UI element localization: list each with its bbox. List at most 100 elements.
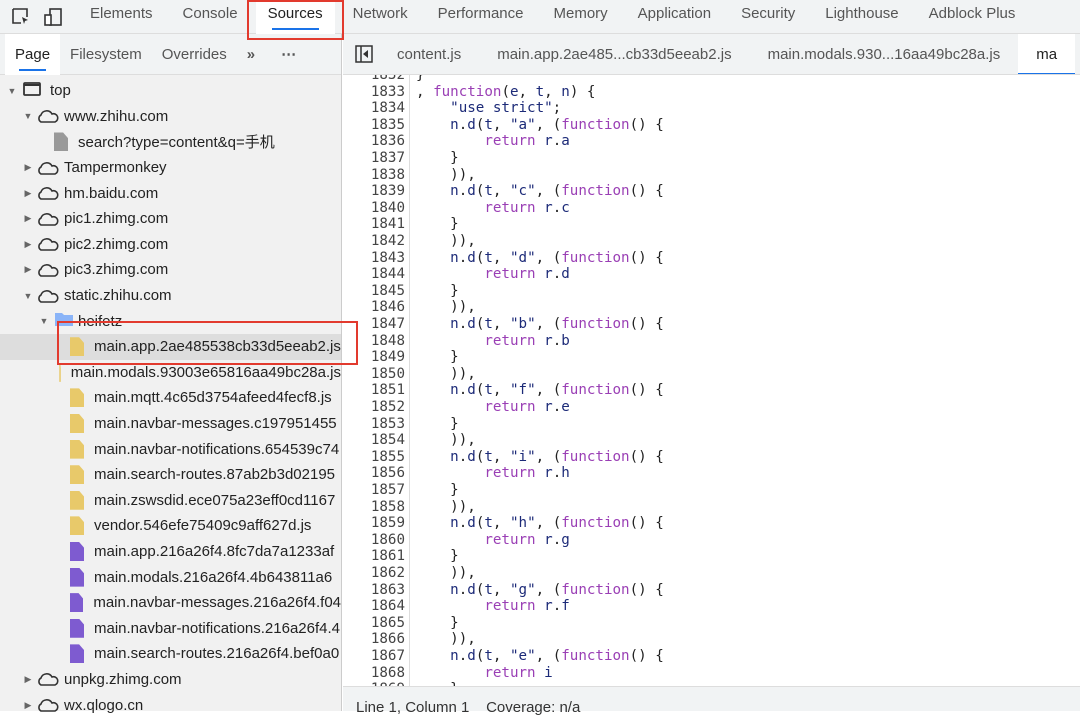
line-number[interactable]: 1849 bbox=[343, 349, 405, 366]
tree-item[interactable]: ▶ wx.qlogo.cn bbox=[0, 692, 341, 718]
line-number[interactable]: 1854 bbox=[343, 432, 405, 449]
tree-item[interactable]: ▼ static.zhihu.com bbox=[0, 283, 341, 309]
line-number[interactable]: 1865 bbox=[343, 615, 405, 632]
editor-tab-main-modals[interactable]: main.modals.930...16aa49bc28a.js bbox=[750, 46, 1019, 63]
line-number[interactable]: 1867 bbox=[343, 648, 405, 665]
device-toolbar-icon[interactable] bbox=[42, 6, 64, 28]
tree-item[interactable]: main.modals.93003e65816aa49bc28a.js bbox=[0, 360, 341, 386]
line-number[interactable]: 1832 bbox=[343, 75, 405, 84]
tab-lighthouse[interactable]: Lighthouse bbox=[813, 0, 910, 34]
tab-sources[interactable]: Sources bbox=[255, 0, 335, 34]
line-number[interactable]: 1839 bbox=[343, 183, 405, 200]
expand-arrow-down-icon[interactable]: ▼ bbox=[6, 86, 18, 96]
expand-arrow-down-icon[interactable]: ▼ bbox=[38, 316, 50, 326]
tree-item[interactable]: search?type=content&q=手机 bbox=[0, 129, 341, 155]
tree-item[interactable]: ▶ pic1.zhimg.com bbox=[0, 206, 341, 232]
line-number[interactable]: 1860 bbox=[343, 532, 405, 549]
line-number[interactable]: 1838 bbox=[343, 167, 405, 184]
line-number[interactable]: 1836 bbox=[343, 133, 405, 150]
tree-item[interactable]: ▼ heifetz bbox=[0, 308, 341, 334]
line-number[interactable]: 1840 bbox=[343, 200, 405, 217]
tree-item[interactable]: vendor.546efe75409c9aff627d.js bbox=[0, 513, 341, 539]
navigator-menu-button[interactable]: ⋯ bbox=[271, 34, 306, 75]
editor-pane: content.js main.app.2ae485...cb33d5eeab2… bbox=[343, 34, 1080, 716]
tree-item[interactable]: ▼ www.zhihu.com bbox=[0, 104, 341, 130]
line-number[interactable]: 1868 bbox=[343, 665, 405, 682]
line-number[interactable]: 1842 bbox=[343, 233, 405, 250]
line-number[interactable]: 1852 bbox=[343, 399, 405, 416]
line-number[interactable]: 1847 bbox=[343, 316, 405, 333]
line-number[interactable]: 1853 bbox=[343, 416, 405, 433]
line-number[interactable]: 1863 bbox=[343, 582, 405, 599]
tree-item-label: heifetz bbox=[78, 312, 123, 330]
tree-item[interactable]: ▶ unpkg.zhimg.com bbox=[0, 667, 341, 693]
line-number[interactable]: 1855 bbox=[343, 449, 405, 466]
line-number[interactable]: 1843 bbox=[343, 250, 405, 267]
tree-item[interactable]: ▶ Tampermonkey bbox=[0, 155, 341, 181]
expand-arrow-down-icon[interactable]: ▼ bbox=[22, 291, 34, 301]
expand-arrow-right-icon[interactable]: ▶ bbox=[22, 239, 34, 250]
tree-item[interactable]: main.navbar-notifications.216a26f4.4 bbox=[0, 615, 341, 641]
code-editor[interactable]: 1832} 1833, function(e, t, n) {1834 "use … bbox=[343, 75, 1080, 686]
line-number[interactable]: 1862 bbox=[343, 565, 405, 582]
tree-item[interactable]: main.app.2ae485538cb33d5eeab2.js bbox=[0, 333, 341, 360]
line-number[interactable]: 1857 bbox=[343, 482, 405, 499]
editor-tab-active[interactable]: ma bbox=[1018, 34, 1076, 74]
line-number[interactable]: 1848 bbox=[343, 333, 405, 350]
tree-item[interactable]: main.navbar-messages.216a26f4.f04 bbox=[0, 590, 341, 616]
tree-item[interactable]: main.search-routes.87ab2b3d02195 bbox=[0, 462, 341, 488]
tree-item[interactable]: main.modals.216a26f4.4b643811a6 bbox=[0, 564, 341, 590]
editor-tab-content-js[interactable]: content.js bbox=[379, 46, 479, 63]
expand-arrow-right-icon[interactable]: ▶ bbox=[22, 264, 34, 275]
tab-adblock-plus[interactable]: Adblock Plus bbox=[917, 0, 1028, 34]
tree-item[interactable]: main.zswsdid.ece075a23eff0cd1167 bbox=[0, 488, 341, 514]
tab-elements[interactable]: Elements bbox=[78, 0, 165, 34]
line-number[interactable]: 1856 bbox=[343, 465, 405, 482]
tab-filesystem[interactable]: Filesystem bbox=[60, 34, 152, 75]
expand-arrow-right-icon[interactable]: ▶ bbox=[22, 162, 34, 173]
more-tabs-button[interactable]: » bbox=[237, 34, 265, 75]
tab-network[interactable]: Network bbox=[341, 0, 420, 34]
tree-item[interactable]: main.navbar-messages.c197951455 bbox=[0, 411, 341, 437]
tree-item[interactable]: main.navbar-notifications.654539c74 bbox=[0, 436, 341, 462]
line-number[interactable]: 1861 bbox=[343, 548, 405, 565]
code-text: n.d(t, "b", (function() { bbox=[450, 316, 664, 332]
line-number[interactable]: 1859 bbox=[343, 515, 405, 532]
line-number[interactable]: 1834 bbox=[343, 100, 405, 117]
line-number[interactable]: 1835 bbox=[343, 117, 405, 134]
line-number[interactable]: 1850 bbox=[343, 366, 405, 383]
expand-arrow-right-icon[interactable]: ▶ bbox=[22, 700, 34, 711]
line-number[interactable]: 1844 bbox=[343, 266, 405, 283]
tree-item[interactable]: main.mqtt.4c65d3754afeed4fecf8.js bbox=[0, 385, 341, 411]
line-number[interactable]: 1846 bbox=[343, 299, 405, 316]
tree-item[interactable]: main.search-routes.216a26f4.bef0a0 bbox=[0, 641, 341, 667]
tab-memory[interactable]: Memory bbox=[542, 0, 620, 34]
line-number[interactable]: 1845 bbox=[343, 283, 405, 300]
line-number[interactable]: 1833 bbox=[343, 84, 405, 101]
line-number[interactable]: 1837 bbox=[343, 150, 405, 167]
tree-item[interactable]: ▶ pic3.zhimg.com bbox=[0, 257, 341, 283]
line-number[interactable]: 1864 bbox=[343, 598, 405, 615]
tab-performance[interactable]: Performance bbox=[426, 0, 536, 34]
expand-arrow-right-icon[interactable]: ▶ bbox=[22, 674, 34, 685]
tree-item[interactable]: ▼ top bbox=[0, 78, 341, 104]
tab-overrides[interactable]: Overrides bbox=[152, 34, 237, 75]
expand-arrow-right-icon[interactable]: ▶ bbox=[22, 213, 34, 224]
line-number[interactable]: 1841 bbox=[343, 216, 405, 233]
line-number[interactable]: 1866 bbox=[343, 631, 405, 648]
tab-console[interactable]: Console bbox=[171, 0, 250, 34]
line-number[interactable]: 1858 bbox=[343, 499, 405, 516]
tab-page[interactable]: Page bbox=[5, 33, 61, 75]
line-number[interactable]: 1851 bbox=[343, 382, 405, 399]
toggle-navigator-icon[interactable] bbox=[355, 45, 373, 63]
tree-item[interactable]: ▶ pic2.zhimg.com bbox=[0, 232, 341, 258]
tree-item[interactable]: main.app.216a26f4.8fc7da7a1233af bbox=[0, 539, 341, 565]
editor-tab-main-app[interactable]: main.app.2ae485...cb33d5eeab2.js bbox=[479, 46, 749, 63]
tab-application[interactable]: Application bbox=[626, 0, 723, 34]
tree-item[interactable]: ▶ hm.baidu.com bbox=[0, 180, 341, 206]
tab-security[interactable]: Security bbox=[729, 0, 807, 34]
expand-arrow-down-icon[interactable]: ▼ bbox=[22, 111, 34, 121]
inspect-element-icon[interactable] bbox=[10, 6, 32, 28]
js-file-icon bbox=[70, 490, 84, 510]
expand-arrow-right-icon[interactable]: ▶ bbox=[22, 188, 34, 199]
